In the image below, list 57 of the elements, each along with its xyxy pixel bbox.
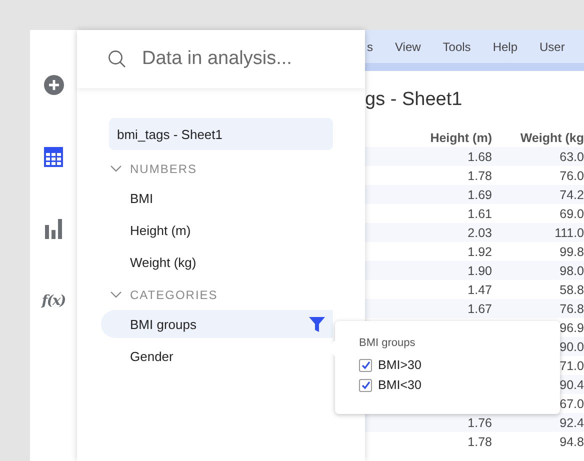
table-icon[interactable]	[44, 147, 63, 167]
checkbox[interactable]	[359, 378, 372, 392]
column-header: Height (m)	[429, 131, 492, 145]
table-cell: 58.8	[560, 282, 584, 296]
table-cell: 1.76	[468, 416, 492, 430]
table-cell: 99.8	[560, 244, 584, 258]
column-item[interactable]: Gender	[101, 342, 333, 370]
menu-item[interactable]: Tools	[442, 40, 471, 54]
column-item[interactable]: Weight (kg)	[101, 248, 333, 276]
chevron-icon[interactable]	[110, 165, 122, 173]
table-cell: 74.2	[560, 188, 584, 202]
search-icon	[108, 50, 126, 68]
table-cell: 1.47	[468, 282, 492, 296]
table-cell: 67.0	[560, 396, 584, 410]
column-header: Weight (kg	[519, 131, 584, 145]
table-cell: 96.9	[560, 320, 584, 334]
table-cell: 1.67	[468, 302, 492, 316]
table-cell: 71.0	[560, 358, 584, 372]
section-heading: CATEGORIES	[130, 288, 218, 302]
chevron-icon[interactable]	[110, 291, 122, 299]
table-cell: 1.61	[468, 206, 492, 220]
table-cell: 94.8	[560, 434, 584, 448]
table-cell: 69.0	[560, 206, 584, 220]
table-cell: 1.78	[468, 168, 492, 182]
search-field[interactable]: Data in analysis...	[140, 47, 354, 71]
checkbox[interactable]	[359, 358, 372, 372]
column-item[interactable]: BMI groups	[101, 310, 333, 338]
section-heading: NUMBERS	[130, 162, 198, 176]
table-cell: 111.0	[554, 226, 584, 240]
table-cell: 92.4	[560, 416, 584, 430]
add-icon[interactable]	[44, 75, 64, 95]
table-cell: 76.0	[560, 168, 584, 182]
column-item[interactable]: BMI	[101, 184, 333, 212]
data-source[interactable]: bmi_tags - Sheet1	[109, 118, 333, 150]
menu-item[interactable]: Help	[492, 40, 518, 54]
option-label: BMI>30	[378, 358, 422, 372]
table-cell: 1.69	[468, 188, 492, 202]
table-cell: 90.4	[560, 378, 584, 392]
option-label: BMI<30	[378, 378, 422, 392]
table-cell: 90.0	[560, 340, 584, 354]
table-title: gs - Sheet1	[365, 89, 464, 112]
menu-item[interactable]: View	[395, 40, 421, 54]
menu-item[interactable]: s	[367, 40, 373, 54]
popup-title: BMI groups	[359, 337, 416, 349]
table-cell: 2.03	[468, 226, 492, 240]
table-cell: 98.0	[560, 264, 584, 278]
menu-item[interactable]: User	[540, 40, 565, 54]
formula-icon[interactable]: f(x)	[42, 293, 66, 309]
bar-chart-icon[interactable]	[45, 219, 62, 239]
table-cell: 1.92	[468, 244, 492, 258]
table-cell: 1.68	[468, 150, 492, 164]
table-cell: 63.0	[560, 150, 584, 164]
table-cell: 1.78	[468, 434, 492, 448]
table-cell: 76.8	[560, 302, 584, 316]
table-cell: 1.90	[468, 264, 492, 278]
filter-icon[interactable]	[309, 316, 325, 332]
column-item[interactable]: Height (m)	[101, 216, 333, 244]
